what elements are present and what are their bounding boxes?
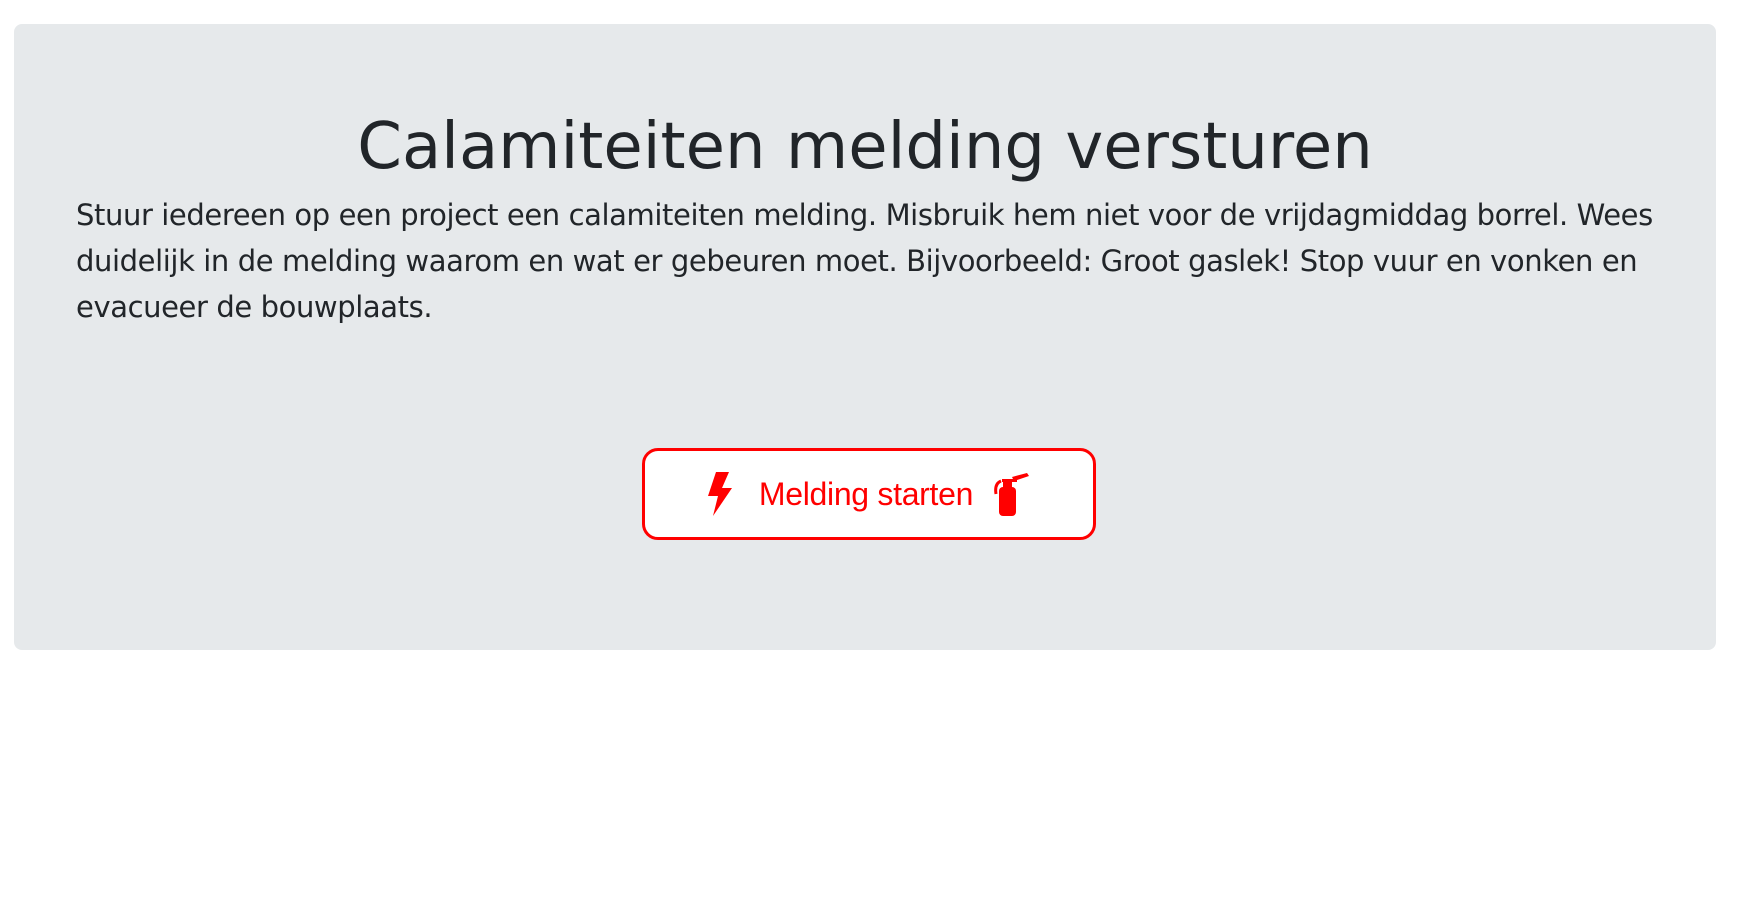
fire-extinguisher-icon [993,472,1031,516]
panel-description: Stuur iedereen op een project een calami… [76,198,1653,324]
start-alert-button[interactable]: Melding starten [642,448,1096,540]
page-title: Calamiteiten melding versturen [357,110,1373,184]
calamity-panel: Calamiteiten melding versturen Stuur ied… [14,24,1716,650]
bolt-icon [707,472,733,516]
start-alert-label: Melding starten [758,475,974,512]
